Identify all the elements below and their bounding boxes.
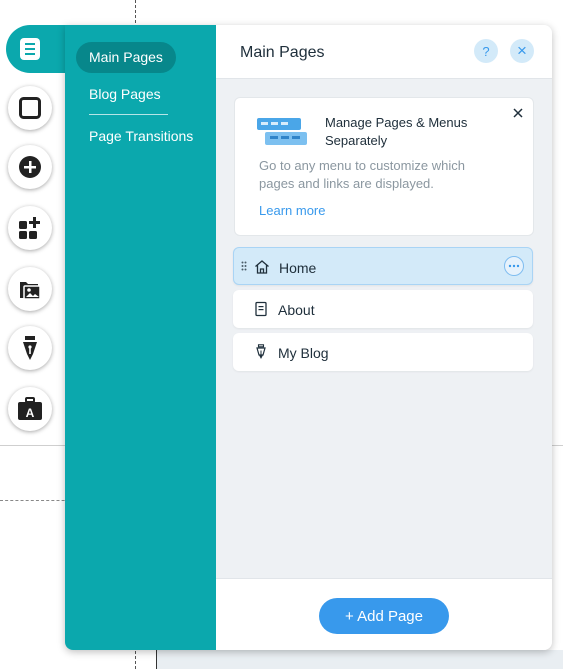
page-row-my-blog[interactable]: My Blog (233, 333, 533, 371)
add-button[interactable] (8, 145, 52, 189)
more-options-icon (508, 264, 520, 268)
help-button[interactable]: ? (474, 39, 498, 63)
close-icon: × (517, 41, 527, 60)
panel-title: Main Pages (240, 44, 325, 61)
business-button[interactable]: A (8, 387, 52, 431)
media-icon (20, 282, 41, 300)
page-row-label: About (278, 302, 315, 318)
background-button[interactable] (8, 86, 52, 130)
page-row-about[interactable]: About (233, 290, 533, 328)
menu-illustration-icon (257, 118, 307, 145)
info-card-close-icon[interactable] (511, 106, 525, 120)
info-card-title: Manage Pages & Menus Separately (325, 115, 468, 148)
info-card: Manage Pages & Menus Separately Go to an… (234, 97, 534, 236)
panel-footer: + Add Page (216, 578, 552, 650)
blog-button[interactable] (8, 326, 52, 370)
add-page-button[interactable]: + Add Page (319, 598, 449, 634)
media-button[interactable] (8, 267, 52, 311)
background-icon (19, 97, 41, 119)
pages-panel: Main Pages Blog Pages Page Transitions M… (65, 25, 552, 650)
blog-pen-icon (256, 344, 266, 359)
canvas-strip (156, 650, 563, 669)
close-button[interactable]: × (510, 39, 534, 63)
panel-content: Main Pages ? × Manage Pages & Menus Sepa… (216, 25, 552, 650)
page-row-label: My Blog (278, 345, 329, 361)
panel-header: Main Pages ? × (216, 25, 552, 79)
page-options-button[interactable] (504, 256, 524, 276)
blog-pen-icon (23, 336, 37, 360)
pages-icon (20, 38, 40, 60)
sidebar-divider (89, 114, 168, 115)
panel-sidebar: Main Pages Blog Pages Page Transitions (65, 25, 216, 650)
sidebar-item-blog-pages[interactable]: Blog Pages (89, 86, 161, 102)
svg-text:A: A (26, 406, 35, 420)
apps-icon (19, 217, 40, 239)
page-icon (255, 301, 267, 317)
info-card-text: Go to any menu to customize which pages … (259, 158, 465, 191)
drag-handle-icon[interactable] (241, 261, 247, 271)
page-row-home[interactable]: Home (233, 247, 533, 285)
home-icon (255, 260, 269, 274)
sidebar-item-main-pages[interactable]: Main Pages (76, 42, 176, 73)
business-icon: A (18, 397, 42, 420)
sidebar-item-page-transitions[interactable]: Page Transitions (89, 128, 193, 144)
help-icon: ? (482, 43, 490, 59)
pages-button[interactable] (6, 25, 66, 73)
learn-more-link[interactable]: Learn more (259, 203, 325, 218)
apps-button[interactable] (8, 206, 52, 250)
page-row-label: Home (279, 260, 317, 276)
add-icon (19, 156, 41, 178)
